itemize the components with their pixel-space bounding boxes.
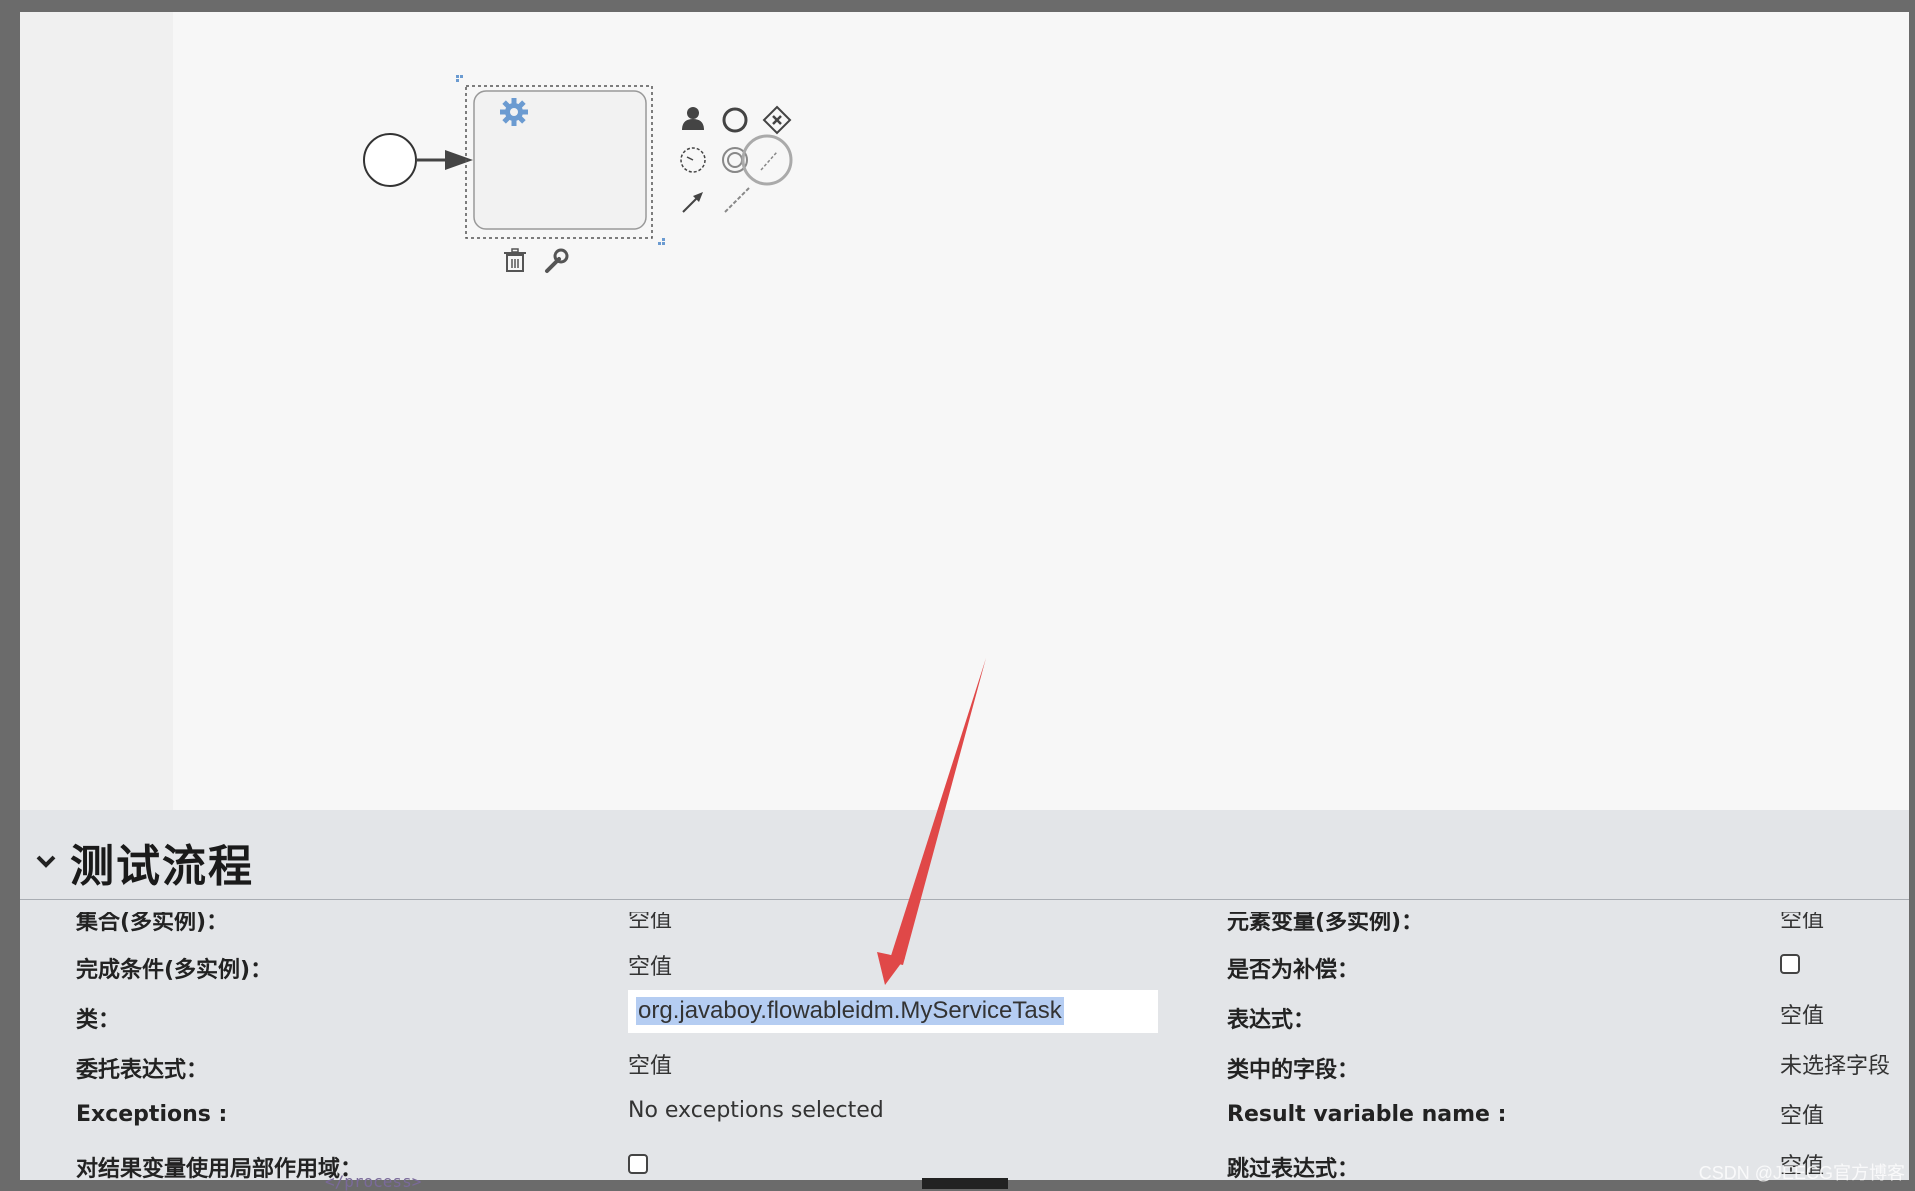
- chevron-down-icon[interactable]: [34, 850, 58, 874]
- trash-icon[interactable]: [504, 248, 526, 272]
- result-variable-value[interactable]: 空值: [1780, 1098, 1824, 1130]
- timer-event-icon[interactable]: [680, 147, 706, 173]
- completion-condition-label: 完成条件(多实例)：: [76, 958, 273, 983]
- text-annotation-icon[interactable]: [741, 134, 793, 186]
- xml-fragment: </process>: [325, 1172, 422, 1191]
- is-compensation-checkbox[interactable]: [1780, 954, 1800, 974]
- class-fields-label: 类中的字段：: [1227, 1058, 1360, 1083]
- local-scope-checkbox[interactable]: [628, 1154, 648, 1174]
- properties-panel: 测试流程 集合(多实例)： 空值 元素变量(多实例)： 空值 完成条件(多实例)…: [20, 810, 1909, 1180]
- local-scope-label: 对结果变量使用局部作用域：: [76, 1157, 363, 1180]
- is-compensation-label: 是否为补偿：: [1227, 958, 1360, 983]
- wrench-icon[interactable]: [545, 248, 569, 273]
- class-fields-value[interactable]: 未选择字段: [1780, 1048, 1890, 1080]
- resize-handle-bottom-right[interactable]: [658, 238, 665, 245]
- user-task-icon[interactable]: [682, 107, 704, 130]
- end-event-icon[interactable]: [722, 107, 748, 133]
- class-input-value: org.javaboy.flowableidm.MyServiceTask: [636, 997, 1064, 1025]
- exclusive-gateway-icon[interactable]: [762, 105, 792, 135]
- scroll-overlap: [20, 898, 1909, 912]
- bottom-tab: [922, 1178, 1008, 1189]
- bpmn-diagram: [363, 75, 793, 273]
- expression-value[interactable]: 空值: [1780, 998, 1824, 1030]
- watermark: CSDN @JEECG官方博客: [1698, 1163, 1905, 1183]
- modeler-window: 测试流程 集合(多实例)： 空值 元素变量(多实例)： 空值 完成条件(多实例)…: [20, 12, 1909, 1180]
- class-input[interactable]: org.javaboy.flowableidm.MyServiceTask: [628, 990, 1158, 1033]
- connect-arrow-icon[interactable]: [682, 192, 703, 213]
- sequence-flow[interactable]: [416, 150, 473, 170]
- expression-label: 表达式：: [1227, 1008, 1316, 1033]
- exceptions-value[interactable]: No exceptions selected: [628, 1098, 884, 1123]
- diagram-canvas[interactable]: [173, 12, 1909, 810]
- start-event[interactable]: [363, 133, 417, 187]
- result-variable-label: Result variable name :: [1227, 1102, 1507, 1127]
- exceptions-label: Exceptions :: [76, 1102, 228, 1127]
- shape-palette: [20, 12, 173, 810]
- delegate-expression-label: 委托表达式：: [76, 1058, 209, 1083]
- association-icon[interactable]: [724, 187, 750, 213]
- completion-condition-value[interactable]: 空值: [628, 949, 672, 981]
- process-title: 测试流程: [70, 841, 254, 892]
- properties-header[interactable]: 测试流程: [20, 810, 1909, 900]
- service-task[interactable]: [473, 90, 647, 230]
- resize-handle-top-left[interactable]: [456, 75, 463, 82]
- delegate-expression-value[interactable]: 空值: [628, 1048, 672, 1080]
- skip-expression-label: 跳过表达式：: [1227, 1157, 1360, 1180]
- class-label: 类：: [76, 1008, 121, 1033]
- gear-icon: [500, 98, 528, 126]
- header-divider: [20, 899, 1909, 900]
